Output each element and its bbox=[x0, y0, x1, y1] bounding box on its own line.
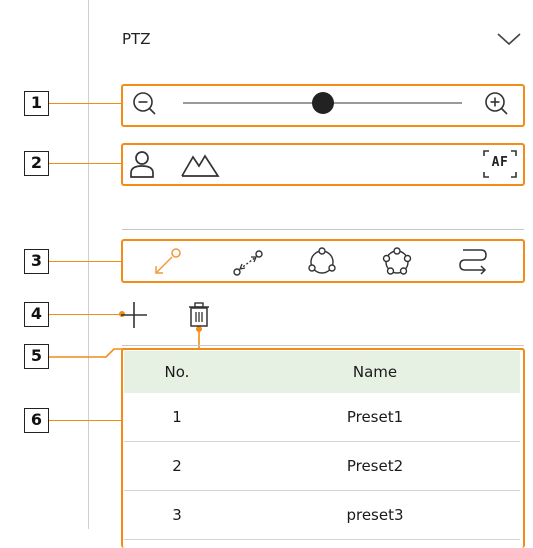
group-icon[interactable] bbox=[305, 246, 339, 278]
callout-number-4: 4 bbox=[24, 302, 49, 327]
callout-leader-2 bbox=[49, 163, 122, 164]
zoom-slider-thumb[interactable] bbox=[311, 92, 334, 114]
trash-icon[interactable] bbox=[186, 301, 212, 329]
table-divider bbox=[122, 345, 524, 346]
callout-leader-6 bbox=[49, 420, 122, 421]
chevron-down-icon[interactable] bbox=[496, 29, 522, 47]
callout-leader-3 bbox=[49, 261, 122, 262]
swing-icon[interactable] bbox=[230, 248, 266, 278]
mountain-icon[interactable] bbox=[180, 149, 220, 179]
preset-pointer-icon[interactable] bbox=[151, 245, 185, 277]
plus-icon[interactable] bbox=[118, 299, 150, 331]
callout-leader-1 bbox=[49, 103, 122, 104]
zoom-slider[interactable] bbox=[183, 92, 462, 114]
callout-number-5: 5 bbox=[24, 344, 49, 369]
af-label: AF bbox=[491, 155, 509, 170]
zoom-out-icon[interactable] bbox=[130, 90, 164, 120]
zoom-in-icon[interactable] bbox=[482, 90, 516, 120]
callout-number-6: 6 bbox=[24, 408, 49, 433]
trace-icon[interactable] bbox=[455, 246, 491, 278]
callout-number-2: 2 bbox=[24, 151, 49, 176]
tour-icon[interactable] bbox=[380, 245, 414, 279]
section-divider bbox=[122, 229, 524, 230]
callout-number-3: 3 bbox=[24, 249, 49, 274]
callout-leader-4 bbox=[49, 314, 122, 315]
callout-number-1: 1 bbox=[24, 91, 49, 116]
person-icon[interactable] bbox=[127, 148, 157, 180]
preset-table-highlight bbox=[121, 348, 525, 548]
auto-focus-button[interactable]: AF bbox=[482, 149, 518, 179]
panel-title: PTZ bbox=[122, 30, 151, 48]
